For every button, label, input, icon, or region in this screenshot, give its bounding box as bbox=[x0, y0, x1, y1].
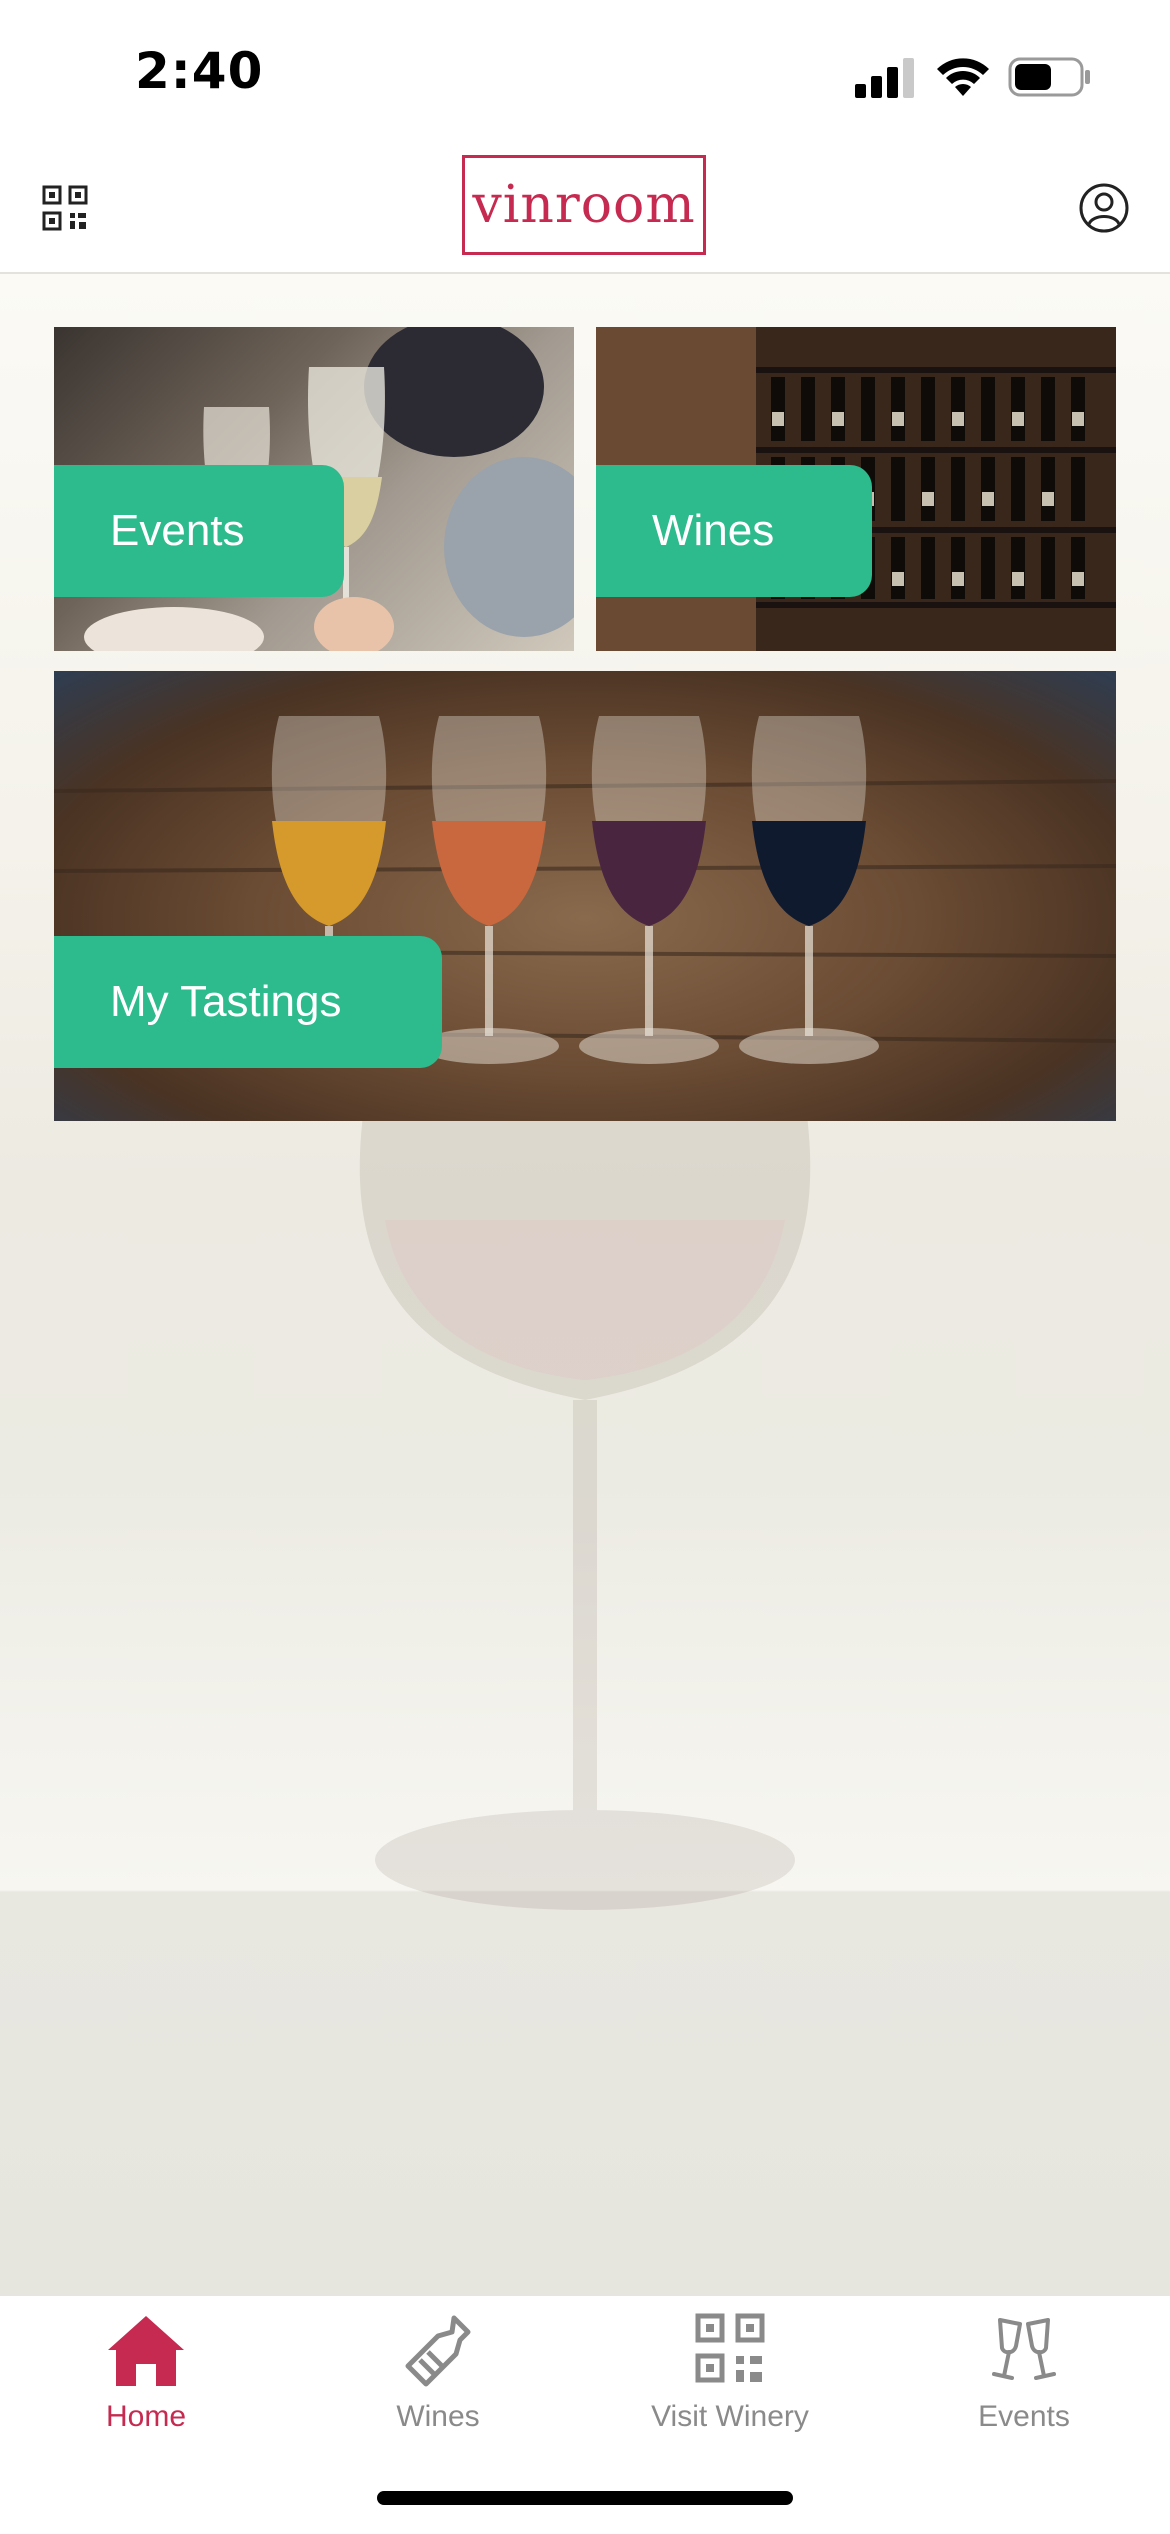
wifi-icon bbox=[937, 58, 989, 96]
battery-icon bbox=[1008, 57, 1090, 97]
status-time: 2:40 bbox=[135, 42, 264, 100]
tab-home-label: Home bbox=[105, 2400, 187, 2433]
home-indicator[interactable] bbox=[377, 2491, 793, 2505]
app-logo: vinroom bbox=[462, 155, 706, 255]
tab-visit-winery-label: Visit Winery bbox=[651, 2400, 809, 2433]
wines-tile[interactable]: Wines bbox=[596, 327, 1116, 651]
home-icon bbox=[108, 2316, 184, 2386]
status-bar: 2:40 bbox=[0, 0, 1170, 150]
events-tile-label: Events bbox=[54, 465, 344, 597]
wine-bottle-icon bbox=[405, 2315, 471, 2387]
signal-icon bbox=[855, 58, 914, 98]
events-tile[interactable]: Events bbox=[54, 327, 574, 651]
tab-wines-label: Wines bbox=[396, 2400, 480, 2433]
profile-icon[interactable] bbox=[1078, 182, 1130, 234]
app-header: vinroom bbox=[0, 150, 1170, 274]
wines-tile-label: Wines bbox=[596, 465, 872, 597]
tab-home[interactable]: Home bbox=[16, 2306, 276, 2456]
tab-visit-winery[interactable]: Visit Winery bbox=[600, 2306, 860, 2456]
logo-text: vinroom bbox=[472, 175, 696, 235]
my-tastings-tile[interactable]: My Tastings bbox=[54, 671, 1116, 1121]
cheers-glasses-icon bbox=[992, 2318, 1056, 2380]
tab-events[interactable]: Events bbox=[894, 2306, 1154, 2456]
qr-scan-icon[interactable] bbox=[42, 185, 88, 231]
tab-wines[interactable]: Wines bbox=[308, 2306, 568, 2456]
my-tastings-tile-label: My Tastings bbox=[54, 936, 442, 1068]
tab-events-label: Events bbox=[978, 2400, 1070, 2433]
qr-code-icon bbox=[695, 2313, 765, 2383]
wine-glass-background-image bbox=[359, 1100, 811, 1910]
